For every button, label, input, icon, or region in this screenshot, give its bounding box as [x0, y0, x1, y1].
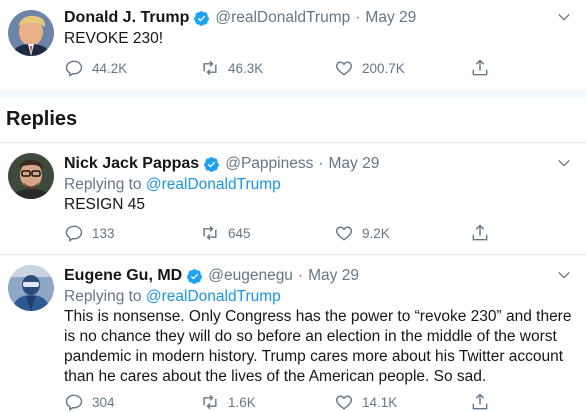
- reply-count: 133: [92, 225, 115, 241]
- section-divider: [0, 90, 586, 98]
- retweet-button[interactable]: 46.3K: [200, 57, 263, 79]
- reply-button[interactable]: 133: [64, 222, 115, 244]
- retweet-button[interactable]: 645: [200, 222, 251, 244]
- share-icon: [472, 393, 488, 410]
- tweet-text: RESIGN 45: [64, 196, 145, 213]
- author-name[interactable]: Eugene Gu, MD: [64, 267, 182, 285]
- author-name[interactable]: Donald J. Trump: [64, 9, 189, 27]
- reply-button[interactable]: 44.2K: [64, 57, 127, 79]
- tweet-header: Nick Jack Pappas @Pappiness · May 29: [64, 153, 572, 175]
- tweet-text: This is nonsense. Only Congress has the …: [64, 308, 572, 385]
- retweet-count: 46.3K: [228, 60, 264, 76]
- tweet-actions: 44.2K 46.3K 200.7K: [64, 57, 504, 79]
- replying-to-label: Replying to: [64, 288, 142, 305]
- tweet-text: REVOKE 230!: [64, 30, 164, 47]
- tweet-date[interactable]: May 29: [365, 9, 416, 27]
- heart-icon: [336, 61, 352, 76]
- verified-badge-icon: [187, 268, 203, 284]
- reply-icon: [65, 225, 83, 242]
- tweet-date[interactable]: May 29: [329, 155, 380, 173]
- separator-dot: ·: [318, 155, 324, 172]
- like-count: 14.1K: [362, 394, 398, 410]
- tweet-header: Donald J. Trump @realDonaldTrump · May 2…: [64, 7, 572, 29]
- avatar[interactable]: [8, 153, 54, 199]
- like-button[interactable]: 200.7K: [334, 57, 405, 79]
- reply-tweet[interactable]: Eugene Gu, MD @eugenegu · May 29 Replyin…: [0, 255, 586, 412]
- share-icon: [472, 224, 488, 241]
- heart-icon: [336, 395, 352, 410]
- heart-icon: [336, 226, 352, 241]
- retweet-button[interactable]: 1.6K: [200, 391, 256, 412]
- tweet-actions: 133 645 9.2K: [64, 222, 504, 244]
- reply-count: 304: [92, 394, 115, 410]
- replying-to-mention[interactable]: @realDonaldTrump: [146, 176, 281, 193]
- tweet-actions: 304 1.6K 14.1K: [64, 391, 504, 412]
- author-handle[interactable]: @eugenegu: [208, 267, 293, 285]
- avatar[interactable]: [8, 265, 54, 311]
- reply-tweet[interactable]: Nick Jack Pappas @Pappiness · May 29 Rep…: [0, 143, 586, 253]
- reply-icon: [65, 60, 83, 77]
- share-button[interactable]: [470, 222, 490, 244]
- separator-dot: ·: [297, 267, 304, 284]
- tweet-date[interactable]: May 29: [308, 267, 359, 285]
- share-button[interactable]: [470, 57, 490, 79]
- retweet-icon: [203, 60, 217, 76]
- retweet-icon: [203, 394, 217, 410]
- separator-dot: ·: [355, 9, 361, 26]
- replies-heading: Replies: [6, 108, 78, 130]
- retweet-icon: [203, 225, 217, 241]
- like-count: 9.2K: [362, 225, 390, 241]
- like-count: 200.7K: [362, 60, 405, 76]
- author-handle[interactable]: @Pappiness: [225, 155, 313, 173]
- verified-badge-icon: [194, 10, 210, 26]
- retweet-count: 645: [228, 225, 251, 241]
- share-icon: [472, 59, 488, 76]
- chevron-down-icon[interactable]: [556, 9, 572, 25]
- reply-count: 44.2K: [92, 60, 128, 76]
- like-button[interactable]: 9.2K: [334, 222, 390, 244]
- avatar[interactable]: [8, 10, 54, 56]
- chevron-down-icon[interactable]: [556, 155, 572, 171]
- retweet-count: 1.6K: [228, 394, 256, 410]
- replying-to-line: Replying to @realDonaldTrump: [64, 175, 572, 195]
- tweet-header: Eugene Gu, MD @eugenegu · May 29: [64, 265, 572, 287]
- share-button[interactable]: [470, 391, 490, 412]
- verified-badge-icon: [204, 156, 220, 172]
- author-name[interactable]: Nick Jack Pappas: [64, 155, 199, 173]
- reply-button[interactable]: 304: [64, 391, 115, 412]
- main-tweet[interactable]: Donald J. Trump @realDonaldTrump · May 2…: [0, 0, 586, 90]
- replying-to-line: Replying to @realDonaldTrump: [64, 287, 572, 307]
- author-handle[interactable]: @realDonaldTrump: [215, 9, 350, 27]
- reply-icon: [65, 394, 83, 411]
- like-button[interactable]: 14.1K: [334, 391, 397, 412]
- chevron-down-icon[interactable]: [556, 267, 572, 283]
- replying-to-mention[interactable]: @realDonaldTrump: [146, 288, 281, 305]
- replying-to-label: Replying to: [64, 176, 142, 193]
